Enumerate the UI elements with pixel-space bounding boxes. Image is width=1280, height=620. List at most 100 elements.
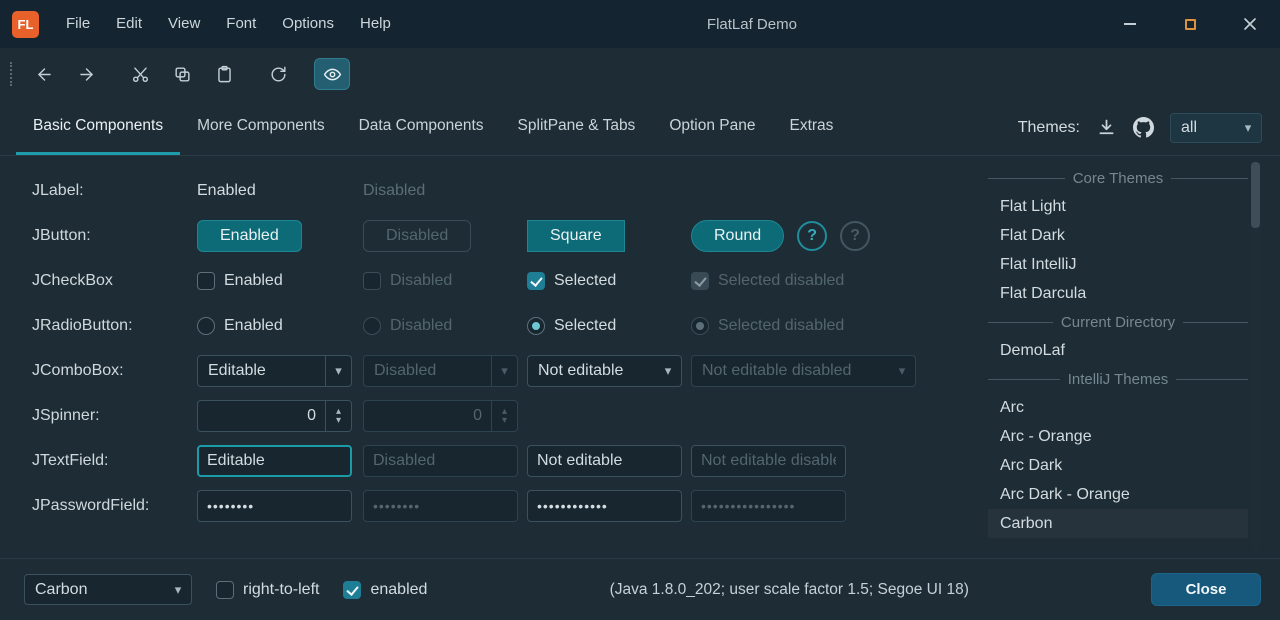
forward-button[interactable]	[68, 58, 104, 90]
jcheckbox-enabled[interactable]: Enabled	[197, 272, 363, 290]
menu-file[interactable]: File	[53, 0, 103, 48]
jspinner[interactable]: 0 ▴▾	[197, 400, 352, 432]
theme-item-carbon[interactable]: Carbon	[988, 509, 1248, 538]
jcombobox-editable[interactable]: Editable ▾	[197, 355, 352, 387]
checkbox-label: Selected disabled	[718, 272, 844, 290]
app-logo-icon: FL	[12, 11, 39, 38]
jbutton-square[interactable]: Square	[527, 220, 625, 252]
github-icon	[1133, 117, 1154, 138]
spinner-value: 0	[364, 401, 491, 431]
jbutton-help[interactable]: ?	[797, 221, 827, 251]
theme-item-arc[interactable]: Arc	[988, 393, 1248, 422]
jtextfield-not-editable[interactable]	[527, 445, 682, 477]
copy-button[interactable]	[164, 58, 200, 90]
jpasswordfield-not-editable[interactable]	[527, 490, 682, 522]
menu-view[interactable]: View	[155, 0, 213, 48]
window-close-button[interactable]	[1220, 0, 1280, 48]
toolbar-grip[interactable]	[10, 62, 12, 86]
tab-option-pane[interactable]: Option Pane	[652, 100, 772, 155]
checkbox-icon	[363, 272, 381, 290]
refresh-button[interactable]	[260, 58, 296, 90]
jbutton-enabled[interactable]: Enabled	[197, 220, 302, 252]
themes-filter-combo[interactable]: all ▾	[1170, 113, 1262, 143]
theme-item-arc-dark[interactable]: Arc Dark	[988, 451, 1248, 480]
download-theme-button[interactable]	[1096, 117, 1117, 138]
cut-button[interactable]	[122, 58, 158, 90]
combobox-value: Not editable	[528, 362, 655, 380]
tab-more-components[interactable]: More Components	[180, 100, 342, 155]
jcheckbox-selected[interactable]: Selected	[527, 272, 691, 290]
jtextfield-editable[interactable]	[197, 445, 352, 477]
jpasswordfield-disabled	[363, 490, 518, 522]
themes-section-current-directory: Current Directory	[988, 308, 1248, 336]
checkbox-label: Disabled	[390, 272, 452, 290]
combobox-value: Disabled	[364, 362, 491, 380]
themes-scrollbar[interactable]	[1251, 162, 1260, 550]
jpasswordfield-editable[interactable]	[197, 490, 352, 522]
tab-extras[interactable]: Extras	[773, 100, 851, 155]
jpasswordfield-not-editable-disabled	[691, 490, 846, 522]
scrollbar-thumb[interactable]	[1251, 162, 1260, 228]
github-button[interactable]	[1133, 117, 1154, 138]
theme-item-arc-orange[interactable]: Arc - Orange	[988, 422, 1248, 451]
menu-options[interactable]: Options	[269, 0, 347, 48]
cut-icon	[131, 65, 150, 84]
spinner-buttons[interactable]: ▴▾	[325, 401, 351, 431]
checkbox-label: Selected	[554, 272, 616, 290]
theme-item-demolaf[interactable]: DemoLaf	[988, 336, 1248, 365]
checkbox-checked-icon	[527, 272, 545, 290]
close-button[interactable]: Close	[1151, 573, 1261, 606]
radio-icon	[197, 317, 215, 335]
chevron-down-icon: ▾	[655, 363, 681, 379]
jbutton-help-disabled: ?	[840, 221, 870, 251]
back-button[interactable]	[26, 58, 62, 90]
window-maximize-button[interactable]	[1160, 0, 1220, 48]
show-hidden-toggle-button[interactable]	[314, 58, 350, 90]
jradiobutton-selected[interactable]: Selected	[527, 317, 691, 335]
theme-selector-combo[interactable]: Carbon ▾	[24, 574, 192, 605]
jlabel-disabled: Disabled	[363, 182, 425, 199]
tab-basic-components[interactable]: Basic Components	[16, 100, 180, 155]
theme-item-flat-dark[interactable]: Flat Dark	[988, 221, 1248, 250]
download-icon	[1096, 117, 1117, 138]
theme-item-arc-dark-orange[interactable]: Arc Dark - Orange	[988, 480, 1248, 509]
section-label: IntelliJ Themes	[1060, 371, 1177, 388]
window-title: FlatLaf Demo	[404, 16, 1100, 33]
themes-filter-value: all	[1171, 119, 1235, 137]
paste-button[interactable]	[206, 58, 242, 90]
enabled-checkbox[interactable]: enabled	[343, 581, 427, 599]
back-icon	[35, 65, 54, 84]
menu-font[interactable]: Font	[213, 0, 269, 48]
tab-splitpane-tabs[interactable]: SplitPane & Tabs	[501, 100, 653, 155]
menu-help[interactable]: Help	[347, 0, 404, 48]
checkbox-label: enabled	[370, 581, 427, 599]
app-window: FL File Edit View Font Options Help Flat…	[0, 0, 1280, 620]
jradiobutton-disabled: Disabled	[363, 317, 527, 335]
close-icon	[1243, 17, 1257, 31]
checkbox-icon	[197, 272, 215, 290]
toolbar	[0, 48, 1280, 100]
jtextfield-row-label: JTextField:	[32, 452, 197, 470]
jtextfield-disabled	[363, 445, 518, 477]
tab-data-components[interactable]: Data Components	[342, 100, 501, 155]
maximize-icon	[1185, 19, 1196, 30]
titlebar: FL File Edit View Font Options Help Flat…	[0, 0, 1280, 48]
forward-icon	[77, 65, 96, 84]
theme-item-flat-light[interactable]: Flat Light	[988, 192, 1248, 221]
window-minimize-button[interactable]	[1100, 0, 1160, 48]
copy-icon	[173, 65, 192, 84]
right-to-left-checkbox[interactable]: right-to-left	[216, 581, 319, 599]
jtextfield-not-editable-disabled	[691, 445, 846, 477]
jcombobox-not-editable[interactable]: Not editable ▾	[527, 355, 682, 387]
jradiobutton-enabled[interactable]: Enabled	[197, 317, 363, 335]
radio-selected-icon	[691, 317, 709, 335]
minimize-icon	[1124, 23, 1136, 25]
jcheckbox-selected-disabled: Selected disabled	[691, 272, 953, 290]
theme-item-flat-darcula[interactable]: Flat Darcula	[988, 279, 1248, 308]
radio-label: Selected disabled	[718, 317, 844, 335]
jbutton-round[interactable]: Round	[691, 220, 784, 252]
chevron-down-icon: ▾	[889, 363, 915, 379]
spinner-down-icon[interactable]: ▾	[336, 416, 341, 425]
theme-item-flat-intellij[interactable]: Flat IntelliJ	[988, 250, 1248, 279]
menu-edit[interactable]: Edit	[103, 0, 155, 48]
